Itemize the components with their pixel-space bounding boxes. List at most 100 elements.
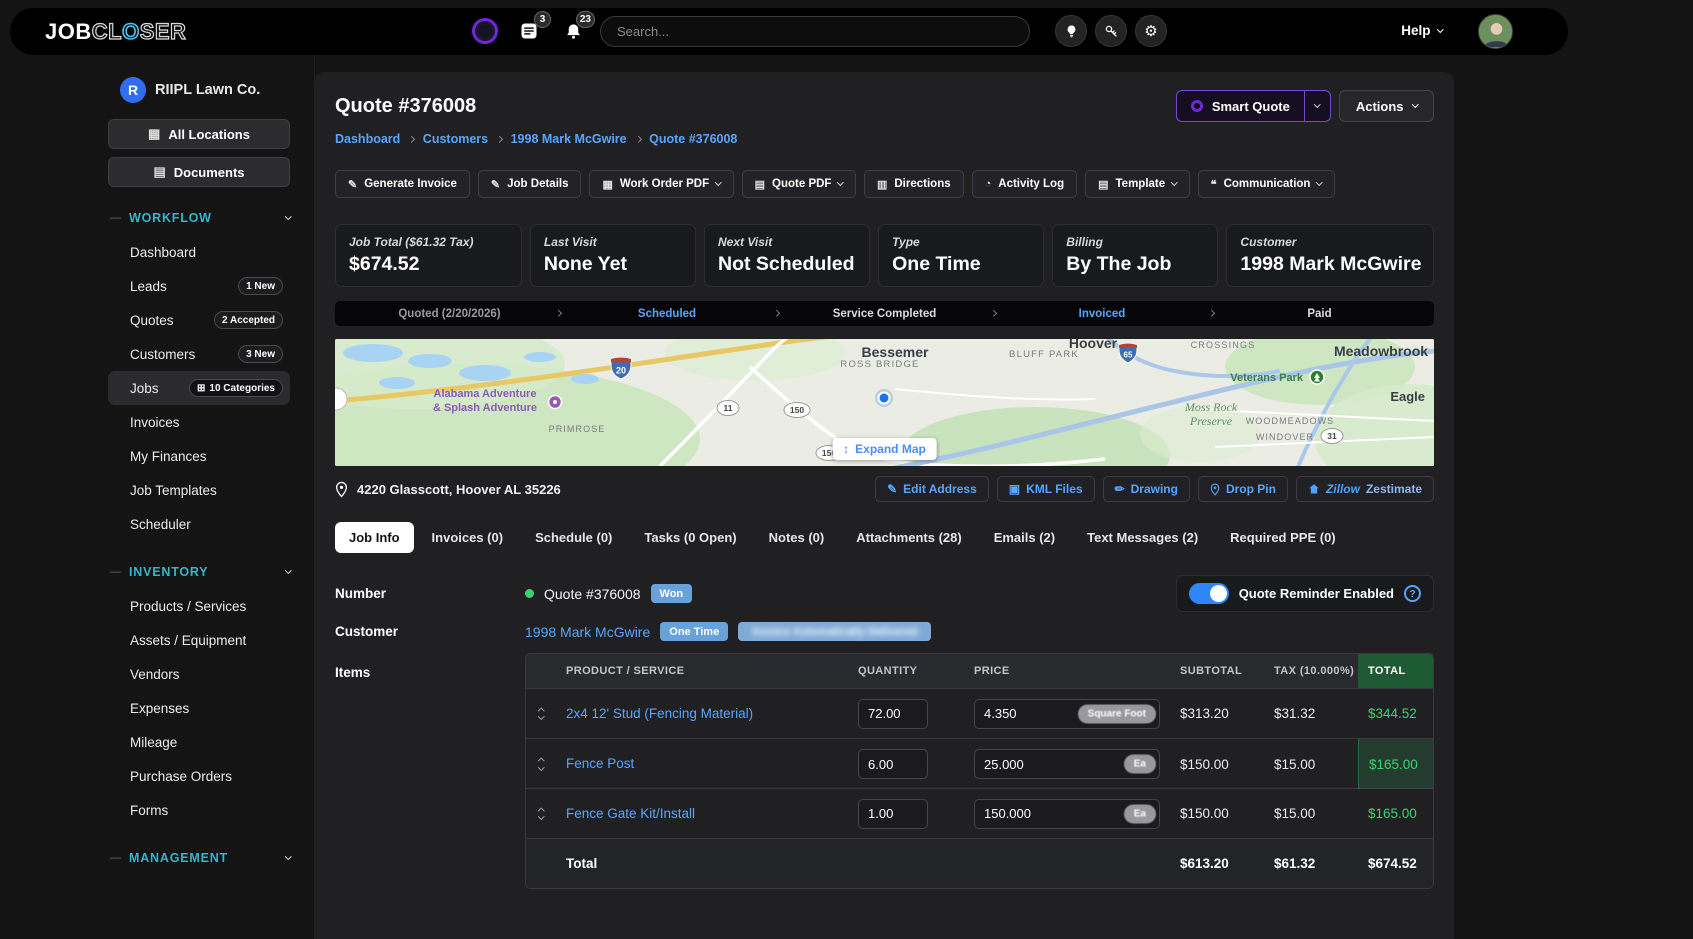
grid-plus-icon: ⊞ bbox=[197, 383, 205, 394]
sidebar-item-customers[interactable]: Customers3 New bbox=[108, 337, 290, 371]
reorder-handle[interactable] bbox=[526, 709, 556, 719]
tab-job-info[interactable]: Job Info bbox=[335, 522, 414, 553]
management-section-header[interactable]: — MANAGEMENT bbox=[110, 851, 290, 865]
product-link[interactable]: Fence Gate Kit/Install bbox=[566, 806, 695, 821]
kml-files-button[interactable]: ▣KML Files bbox=[997, 476, 1095, 502]
chevron-down-icon[interactable] bbox=[538, 813, 544, 819]
user-avatar[interactable] bbox=[1478, 14, 1513, 49]
quantity-input[interactable] bbox=[858, 749, 928, 779]
breadcrumb-dashboard[interactable]: Dashboard bbox=[335, 132, 400, 146]
purple-ring-icon bbox=[472, 18, 498, 44]
sidebar-item-mileage[interactable]: Mileage bbox=[108, 725, 290, 759]
chevron-down-icon bbox=[285, 213, 291, 219]
breadcrumb-customer-name[interactable]: 1998 Mark McGwire bbox=[511, 132, 627, 146]
quote-reminder-toggle[interactable] bbox=[1189, 583, 1229, 604]
company-switcher[interactable]: R RIIPL Lawn Co. bbox=[120, 77, 290, 103]
activity-log-button[interactable]: ◔Activity Log bbox=[972, 170, 1077, 198]
lightbulb-icon bbox=[1064, 24, 1079, 39]
expand-map-button[interactable]: ↕Expand Map bbox=[832, 438, 937, 460]
customer-link[interactable]: 1998 Mark McGwire bbox=[525, 624, 650, 640]
settings-button[interactable]: ⚙ bbox=[1135, 15, 1167, 47]
sidebar-item-products-services[interactable]: Products / Services bbox=[108, 589, 290, 623]
drop-pin-button[interactable]: Drop Pin bbox=[1198, 476, 1288, 502]
all-locations-button[interactable]: ▦All Locations bbox=[108, 119, 290, 149]
tax-value: $15.00 bbox=[1264, 757, 1358, 772]
items-label: Items bbox=[335, 653, 525, 680]
tab-attachments[interactable]: Attachments (28) bbox=[842, 522, 975, 553]
chevron-down-icon bbox=[285, 853, 291, 859]
work-order-pdf-button[interactable]: ▦Work Order PDF bbox=[589, 170, 733, 198]
map-label-windover: WINDOVER bbox=[1256, 432, 1314, 442]
actions-button[interactable]: Actions bbox=[1339, 90, 1434, 122]
sidebar-item-purchase-orders[interactable]: Purchase Orders bbox=[108, 759, 290, 793]
sidebar-item-jobs[interactable]: Jobs⊞10 Categories bbox=[108, 371, 290, 405]
template-button[interactable]: ▤Template bbox=[1085, 170, 1190, 198]
drawing-button[interactable]: ✏Drawing bbox=[1103, 476, 1190, 502]
reorder-handle[interactable] bbox=[526, 759, 556, 769]
search-input[interactable] bbox=[600, 16, 1030, 47]
sidebar-item-dashboard[interactable]: Dashboard bbox=[108, 235, 290, 269]
access-button[interactable] bbox=[1095, 15, 1127, 47]
customer-label: Customer bbox=[335, 624, 525, 639]
quantity-input[interactable] bbox=[858, 699, 928, 729]
sidebar-item-vendors[interactable]: Vendors bbox=[108, 657, 290, 691]
won-badge: Won bbox=[651, 584, 693, 603]
notifications-button[interactable]: 23 bbox=[556, 14, 590, 48]
total-value: $344.52 bbox=[1358, 706, 1433, 721]
communication-button[interactable]: ❝Communication bbox=[1198, 170, 1335, 198]
quote-pdf-button[interactable]: ▤Quote PDF bbox=[742, 170, 856, 198]
tab-emails[interactable]: Emails (2) bbox=[980, 522, 1069, 553]
sidebar-item-my-finances[interactable]: My Finances bbox=[108, 439, 290, 473]
unit-badge: Ea bbox=[1124, 755, 1156, 774]
zillow-zestimate-button[interactable]: ZillowZestimate bbox=[1296, 476, 1434, 502]
product-link[interactable]: 2x4 12' Stud (Fencing Material) bbox=[566, 706, 753, 721]
logo-o-ring: O bbox=[122, 19, 140, 45]
location-map[interactable]: 20 65 11 150 bbox=[335, 339, 1434, 466]
tab-schedule[interactable]: Schedule (0) bbox=[521, 522, 626, 553]
route-150-shield: 150 bbox=[784, 403, 810, 418]
smart-quote-dropdown-button[interactable] bbox=[1305, 90, 1331, 122]
chevron-down-icon bbox=[285, 567, 291, 573]
reorder-handle[interactable] bbox=[526, 809, 556, 819]
sidebar-item-invoices[interactable]: Invoices bbox=[108, 405, 290, 439]
product-link[interactable]: Fence Post bbox=[566, 756, 634, 771]
edit-address-button[interactable]: ✎Edit Address bbox=[875, 476, 989, 502]
pipeline-invoiced: Invoiced bbox=[996, 308, 1209, 320]
inventory-section-header[interactable]: — INVENTORY bbox=[110, 565, 290, 579]
header-product-service: PRODUCT / SERVICE bbox=[556, 665, 848, 677]
breadcrumb-customers[interactable]: Customers bbox=[423, 132, 488, 146]
logo-thin-2: SER bbox=[140, 19, 187, 45]
directions-button[interactable]: ▥Directions bbox=[864, 170, 964, 198]
sidebar-item-assets-equipment[interactable]: Assets / Equipment bbox=[108, 623, 290, 657]
sidebar-item-scheduler[interactable]: Scheduler bbox=[108, 507, 290, 541]
sidebar-item-expenses[interactable]: Expenses bbox=[108, 691, 290, 725]
sidebar-item-forms[interactable]: Forms bbox=[108, 793, 290, 827]
documents-button[interactable]: ▤Documents bbox=[108, 157, 290, 187]
help-menu[interactable]: Help bbox=[1401, 23, 1442, 38]
sidebar-item-leads[interactable]: Leads1 New bbox=[108, 269, 290, 303]
tab-text-messages[interactable]: Text Messages (2) bbox=[1073, 522, 1212, 553]
tab-invoices[interactable]: Invoices (0) bbox=[418, 522, 518, 553]
tab-notes[interactable]: Notes (0) bbox=[755, 522, 839, 553]
quantity-input[interactable] bbox=[858, 799, 928, 829]
sidebar-item-job-templates[interactable]: Job Templates bbox=[108, 473, 290, 507]
map-label-bessemer: Bessemer bbox=[862, 344, 929, 360]
item-row-3: Fence Gate Kit/Install Ea $150.00 $15.00… bbox=[526, 788, 1433, 838]
total-subtotal: $613.20 bbox=[1170, 856, 1264, 871]
chevron-down-icon[interactable] bbox=[538, 713, 544, 719]
app-logo[interactable]: JOBCLOSER bbox=[45, 19, 186, 45]
job-details-button[interactable]: ✎Job Details bbox=[478, 170, 582, 198]
address-actions: ✎Edit Address ▣KML Files ✏Drawing Drop P… bbox=[875, 476, 1434, 502]
sidebar-item-quotes[interactable]: Quotes2 Accepted bbox=[108, 303, 290, 337]
workflow-section-header[interactable]: — WORKFLOW bbox=[110, 211, 290, 225]
help-question-icon[interactable]: ? bbox=[1404, 585, 1421, 602]
smart-quote-button[interactable]: Smart Quote bbox=[1176, 90, 1305, 122]
chevron-down-icon[interactable] bbox=[538, 764, 544, 770]
tab-tasks[interactable]: Tasks (0 Open) bbox=[630, 522, 750, 553]
idea-button[interactable] bbox=[1055, 15, 1087, 47]
tab-required-ppe[interactable]: Required PPE (0) bbox=[1216, 522, 1349, 553]
record-status-button[interactable] bbox=[468, 14, 502, 48]
breadcrumb-quote[interactable]: Quote #376008 bbox=[649, 132, 737, 146]
generate-invoice-button[interactable]: ✎Generate Invoice bbox=[335, 170, 470, 198]
task-list-button[interactable]: 3 bbox=[512, 14, 546, 48]
